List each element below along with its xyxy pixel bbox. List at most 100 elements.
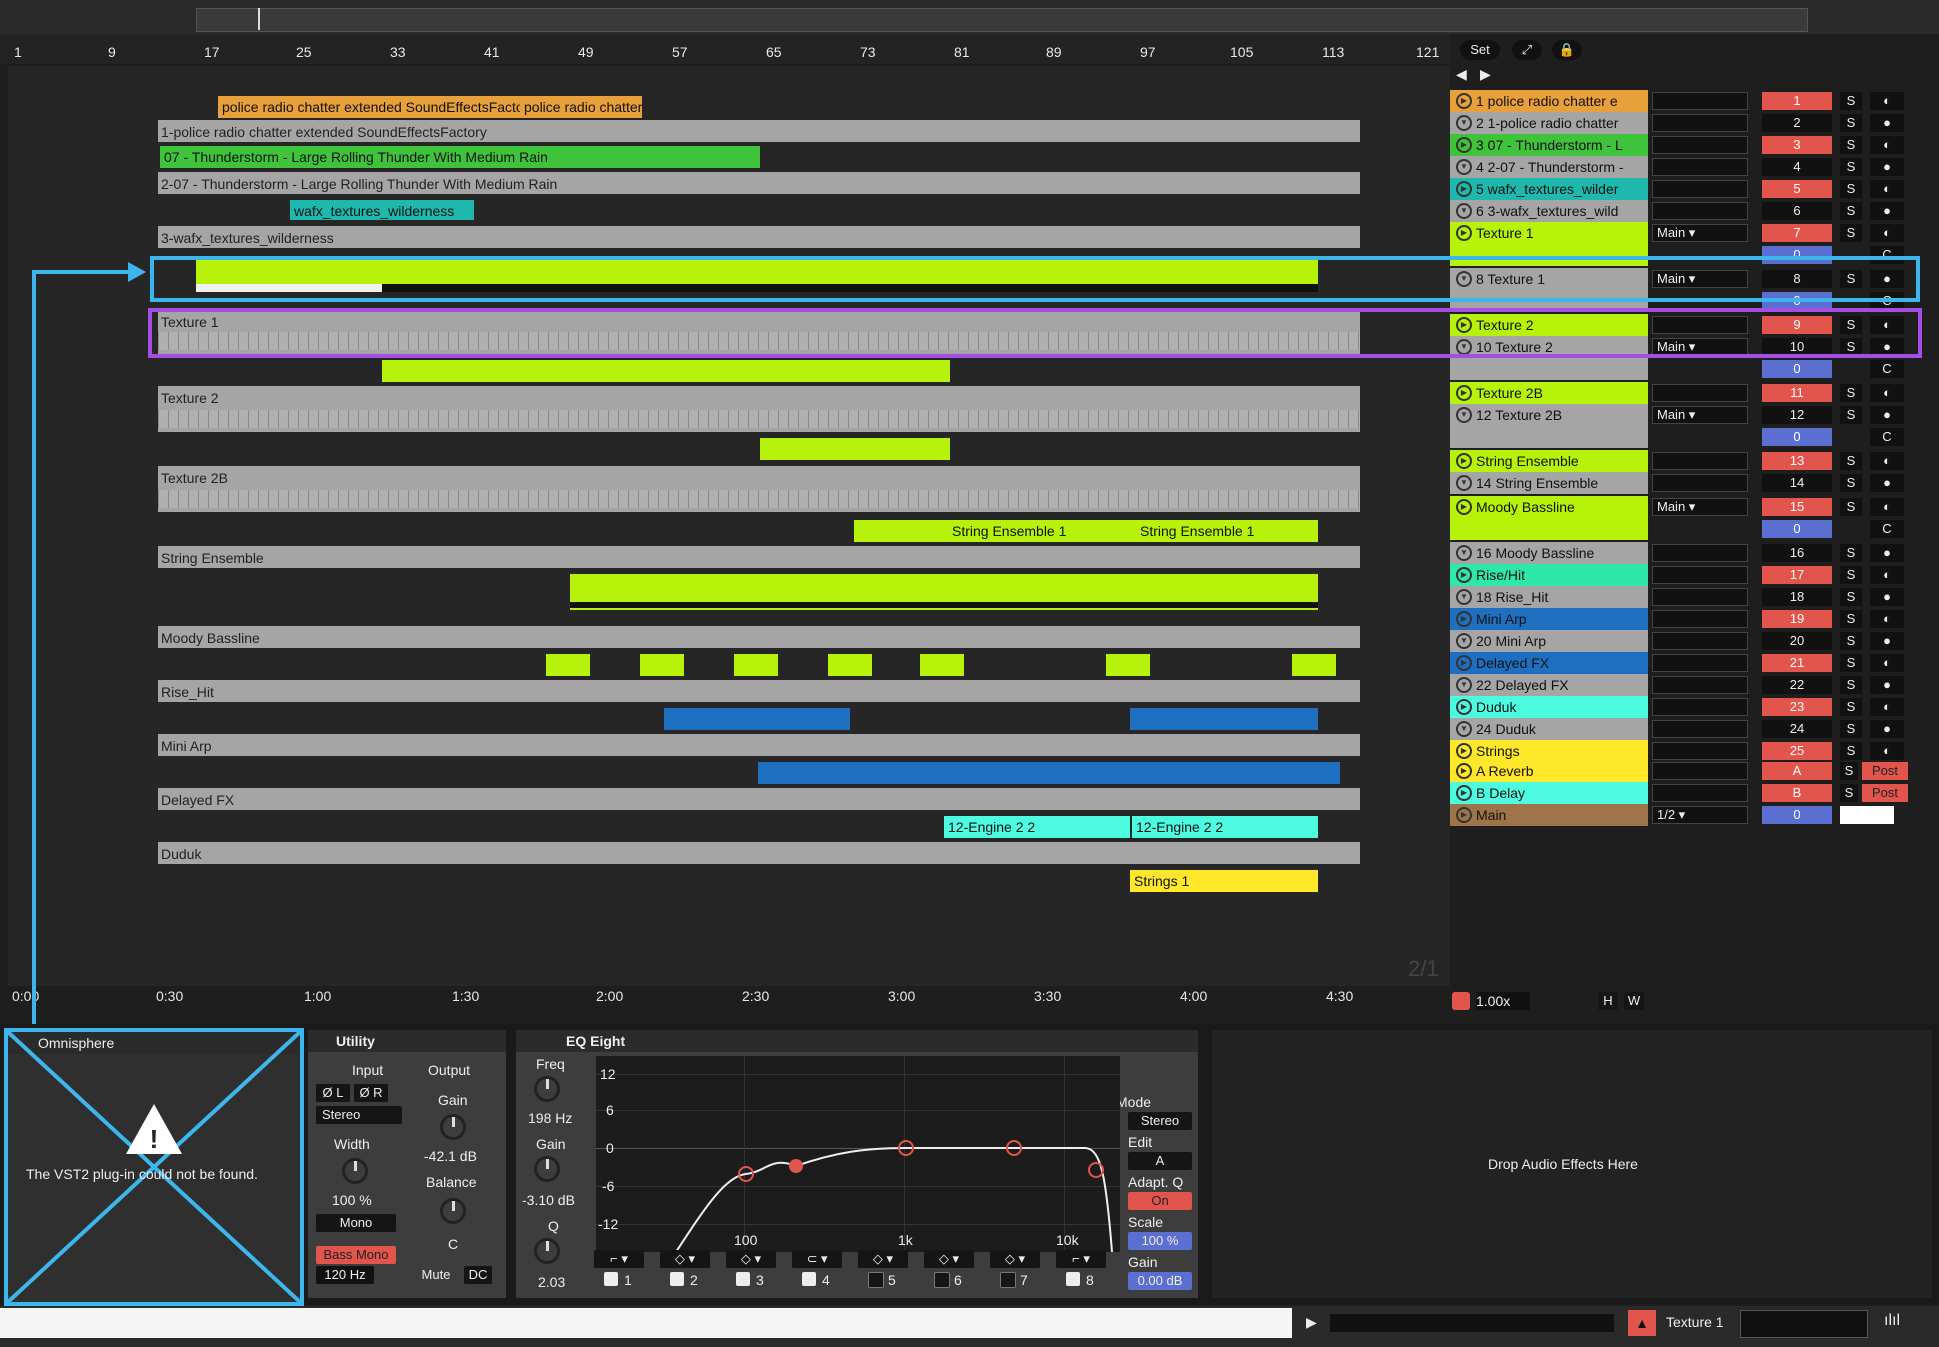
band-filter-select[interactable]: ◇ ▾ [924, 1250, 974, 1268]
track-activator[interactable]: 20 [1762, 632, 1832, 650]
clip-police-1[interactable]: police radio chatter extended SoundEffec… [218, 96, 520, 118]
track-header[interactable]: ▶ Strings [1450, 740, 1648, 762]
track-header[interactable]: ▶ Duduk [1450, 696, 1648, 718]
track-activator[interactable]: 24 [1762, 720, 1832, 738]
play-icon[interactable]: ▶ [1306, 1314, 1317, 1331]
track-activator[interactable]: 21 [1762, 654, 1832, 672]
lane-delayed-fx[interactable]: Delayed FX [158, 788, 1360, 810]
arm-icon[interactable]: ◐ [1870, 224, 1904, 242]
clip-police-2[interactable]: police radio chatter extended SoundEffec… [520, 96, 642, 118]
meter-slot[interactable] [1652, 762, 1748, 780]
solo-button[interactable]: S [1840, 224, 1862, 242]
band-enable-checkbox[interactable] [868, 1272, 884, 1288]
arm-icon[interactable]: ◐ [1870, 136, 1904, 154]
clip-launch-icon[interactable]: ▶ [1456, 385, 1472, 401]
clip-launch-icon[interactable]: ▶ [1456, 225, 1472, 241]
clip-launch-icon[interactable]: ▶ [1456, 785, 1472, 801]
track-activator[interactable]: 7 [1762, 224, 1832, 242]
track-header[interactable]: ▶ 5 wafx_textures_wilder [1450, 178, 1648, 200]
fold-icon[interactable]: ▼ [1456, 159, 1472, 175]
clip-mini-arp-1[interactable] [664, 708, 850, 730]
solo-button[interactable]: S [1840, 610, 1862, 628]
solo-button[interactable]: S [1840, 720, 1862, 738]
track-activator[interactable]: 23 [1762, 698, 1832, 716]
arm-icon[interactable]: ◐ [1870, 452, 1904, 470]
clip-strings-1[interactable]: Strings 1 [1130, 870, 1318, 892]
track-header[interactable]: ▼ 18 Rise_Hit [1450, 586, 1648, 608]
arm-icon[interactable]: ◐ [1870, 654, 1904, 672]
clip-launch-icon[interactable]: ▶ [1456, 807, 1472, 823]
band-enable-checkbox[interactable] [1000, 1272, 1016, 1288]
output-routing-select[interactable]: Main ▾ [1652, 406, 1748, 424]
track-activator[interactable]: 22 [1762, 676, 1832, 694]
phase-right-button[interactable]: Ø R [354, 1084, 388, 1102]
track-activator[interactable]: 6 [1762, 202, 1832, 220]
fold-icon[interactable]: ▼ [1456, 677, 1472, 693]
clip-delayed-fx[interactable] [758, 762, 1340, 784]
track-header[interactable]: ▶ 3 07 - Thunderstorm - L [1450, 134, 1648, 156]
track-header[interactable]: ▼ 24 Duduk [1450, 718, 1648, 740]
out-gain-value[interactable]: 0.00 dB [1128, 1272, 1192, 1290]
solo-button[interactable]: S [1840, 742, 1862, 760]
clip-launch-icon[interactable]: ▶ [1456, 655, 1472, 671]
solo-button[interactable]: S [1840, 180, 1862, 198]
fold-icon[interactable]: ▼ [1456, 545, 1472, 561]
track-header[interactable]: ▼ 20 Mini Arp [1450, 630, 1648, 652]
track-activator[interactable]: 19 [1762, 610, 1832, 628]
clip-rise-hit[interactable] [1292, 654, 1336, 676]
arrangement-view[interactable]: police radio chatter extended SoundEffec… [8, 66, 1450, 986]
bass-mono-freq[interactable]: 120 Hz [316, 1266, 374, 1284]
stereo-mode-select[interactable]: Stereo [316, 1106, 402, 1124]
solo-button[interactable]: S [1840, 136, 1862, 154]
track-activator[interactable]: 3 [1762, 136, 1832, 154]
freq-knob[interactable] [534, 1076, 560, 1102]
solo-button[interactable]: S [1840, 588, 1862, 606]
arrow-right-icon[interactable]: ▶ [1480, 66, 1491, 83]
track-header[interactable]: ▶ 1 police radio chatter e [1450, 90, 1648, 112]
clip-thunderstorm[interactable]: 07 - Thunderstorm - Large Rolling Thunde… [160, 146, 760, 168]
band-filter-select[interactable]: ◇ ▾ [990, 1250, 1040, 1268]
track-activator[interactable]: 12 [1762, 406, 1832, 424]
cpu-meter[interactable] [1740, 1310, 1868, 1338]
solo-button[interactable]: S [1840, 632, 1862, 650]
track-activator[interactable]: A [1762, 762, 1832, 780]
gain-knob[interactable] [440, 1114, 466, 1140]
warning-icon[interactable]: ▲ [1628, 1310, 1656, 1336]
track-activator[interactable]: 14 [1762, 474, 1832, 492]
solo-button[interactable]: S [1840, 114, 1862, 132]
lane-string-ensemble[interactable]: String Ensemble [158, 546, 1360, 568]
lane-thunderstorm[interactable]: 2-07 - Thunderstorm - Large Rolling Thun… [158, 172, 1360, 194]
arm-icon[interactable]: ◐ [1870, 566, 1904, 584]
main-volume-slot[interactable] [1840, 806, 1894, 824]
mono-button[interactable]: Mono [316, 1214, 396, 1232]
fold-icon[interactable]: ▼ [1456, 115, 1472, 131]
arm-icon[interactable]: ● [1870, 114, 1904, 132]
track-header[interactable]: ▶ String Ensemble [1450, 450, 1648, 472]
track-activator[interactable]: 16 [1762, 544, 1832, 562]
lane-police[interactable]: 1-police radio chatter extended SoundEff… [158, 120, 1360, 142]
track-header[interactable]: ▶ Mini Arp [1450, 608, 1648, 630]
fold-icon[interactable]: ▼ [1456, 407, 1472, 423]
clip-launch-icon[interactable]: ▶ [1456, 181, 1472, 197]
q-knob[interactable] [534, 1238, 560, 1264]
solo-button[interactable]: S [1840, 474, 1862, 492]
solo-button[interactable]: S [1840, 762, 1858, 780]
track-header[interactable]: ▼ 4 2-07 - Thunderstorm - [1450, 156, 1648, 178]
solo-button[interactable]: S [1840, 784, 1858, 802]
pan-value[interactable]: C [1870, 428, 1904, 446]
lane-duduk[interactable]: Duduk [158, 842, 1360, 864]
phase-left-button[interactable]: Ø L [316, 1084, 350, 1102]
track-header[interactable]: ▼ 16 Moody Bassline [1450, 542, 1648, 564]
track-activator[interactable]: 15 [1762, 498, 1832, 516]
time-ruler[interactable]: 0:00 0:30 1:00 1:30 2:00 2:30 3:00 3:30 … [8, 986, 1450, 1008]
track-activator[interactable]: 25 [1762, 742, 1832, 760]
track-activator[interactable]: 18 [1762, 588, 1832, 606]
clip-rise-hit[interactable] [920, 654, 964, 676]
band-enable-checkbox[interactable] [802, 1272, 816, 1286]
lock-icon[interactable]: 🔒 [1552, 40, 1582, 60]
zoom-value[interactable]: 1.00x [1476, 992, 1530, 1010]
balance-knob[interactable] [440, 1198, 466, 1224]
track-activator[interactable]: 1 [1762, 92, 1832, 110]
arm-icon[interactable]: ● [1870, 720, 1904, 738]
solo-button[interactable]: S [1840, 202, 1862, 220]
